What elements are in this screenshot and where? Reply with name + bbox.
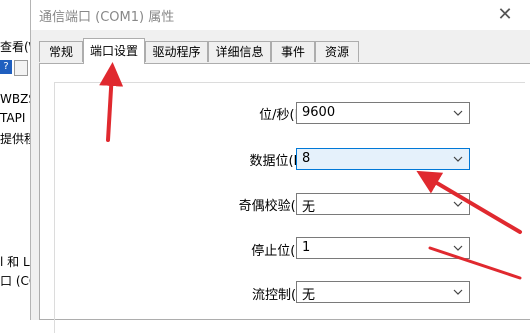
- tab-port-settings[interactable]: 端口设置: [83, 38, 145, 64]
- dialog-title: 通信端口 (COM1) 属性: [39, 10, 175, 25]
- tab-events[interactable]: 事件: [271, 41, 315, 62]
- parity-value: 无: [302, 200, 316, 215]
- chevron-down-icon: [453, 245, 463, 251]
- bg-list-fragment: TAPI: [0, 111, 26, 125]
- tab-resources[interactable]: 资源: [315, 41, 359, 62]
- bg-list-fragment: 提供程: [0, 132, 30, 146]
- com-properties-dialog: 通信端口 (COM1) 属性 ✕ 常规 端口设置 驱动程序 详细信息 事件 资源…: [30, 0, 530, 333]
- tab-general[interactable]: 常规: [39, 41, 83, 62]
- help-icon: ?: [0, 60, 12, 74]
- chevron-down-icon: [453, 201, 463, 207]
- close-icon: ✕: [497, 4, 513, 25]
- bg-list-fragment: WBZS: [0, 92, 30, 106]
- chevron-down-icon: [453, 110, 463, 116]
- stop-bits-value: 1: [302, 240, 311, 255]
- port-settings-panel: 位/秒(B): 9600 数据位(D): 8 奇偶校验(P): 无 停止位(S)…: [39, 63, 530, 333]
- close-button[interactable]: ✕: [493, 3, 517, 27]
- chevron-down-icon: [453, 156, 463, 162]
- dialog-titlebar[interactable]: 通信端口 (COM1) 属性 ✕: [31, 0, 530, 30]
- parity-select[interactable]: 无: [296, 193, 470, 215]
- bg-menu-fragment: 查看(\: [0, 40, 30, 54]
- bg-list-fragment: 口 (CO: [0, 274, 30, 288]
- toolbar-icon: [14, 60, 28, 76]
- baud-rate-select[interactable]: 9600: [296, 102, 470, 124]
- tab-driver[interactable]: 驱动程序: [145, 41, 208, 62]
- flow-control-select[interactable]: 无: [296, 281, 470, 303]
- data-bits-select[interactable]: 8: [296, 148, 470, 170]
- bg-list-fragment: l 和 L: [0, 255, 30, 269]
- stop-bits-select[interactable]: 1: [296, 237, 470, 259]
- tab-strip: 常规 端口设置 驱动程序 详细信息 事件 资源: [39, 38, 529, 64]
- tab-details[interactable]: 详细信息: [208, 41, 271, 62]
- flow-control-value: 无: [302, 288, 316, 303]
- background-window: 查看(\ ? WBZS TAPI 提供程 l 和 L 口 (CO: [0, 0, 30, 320]
- baud-rate-value: 9600: [302, 105, 336, 120]
- data-bits-value: 8: [302, 151, 311, 166]
- chevron-down-icon: [453, 289, 463, 295]
